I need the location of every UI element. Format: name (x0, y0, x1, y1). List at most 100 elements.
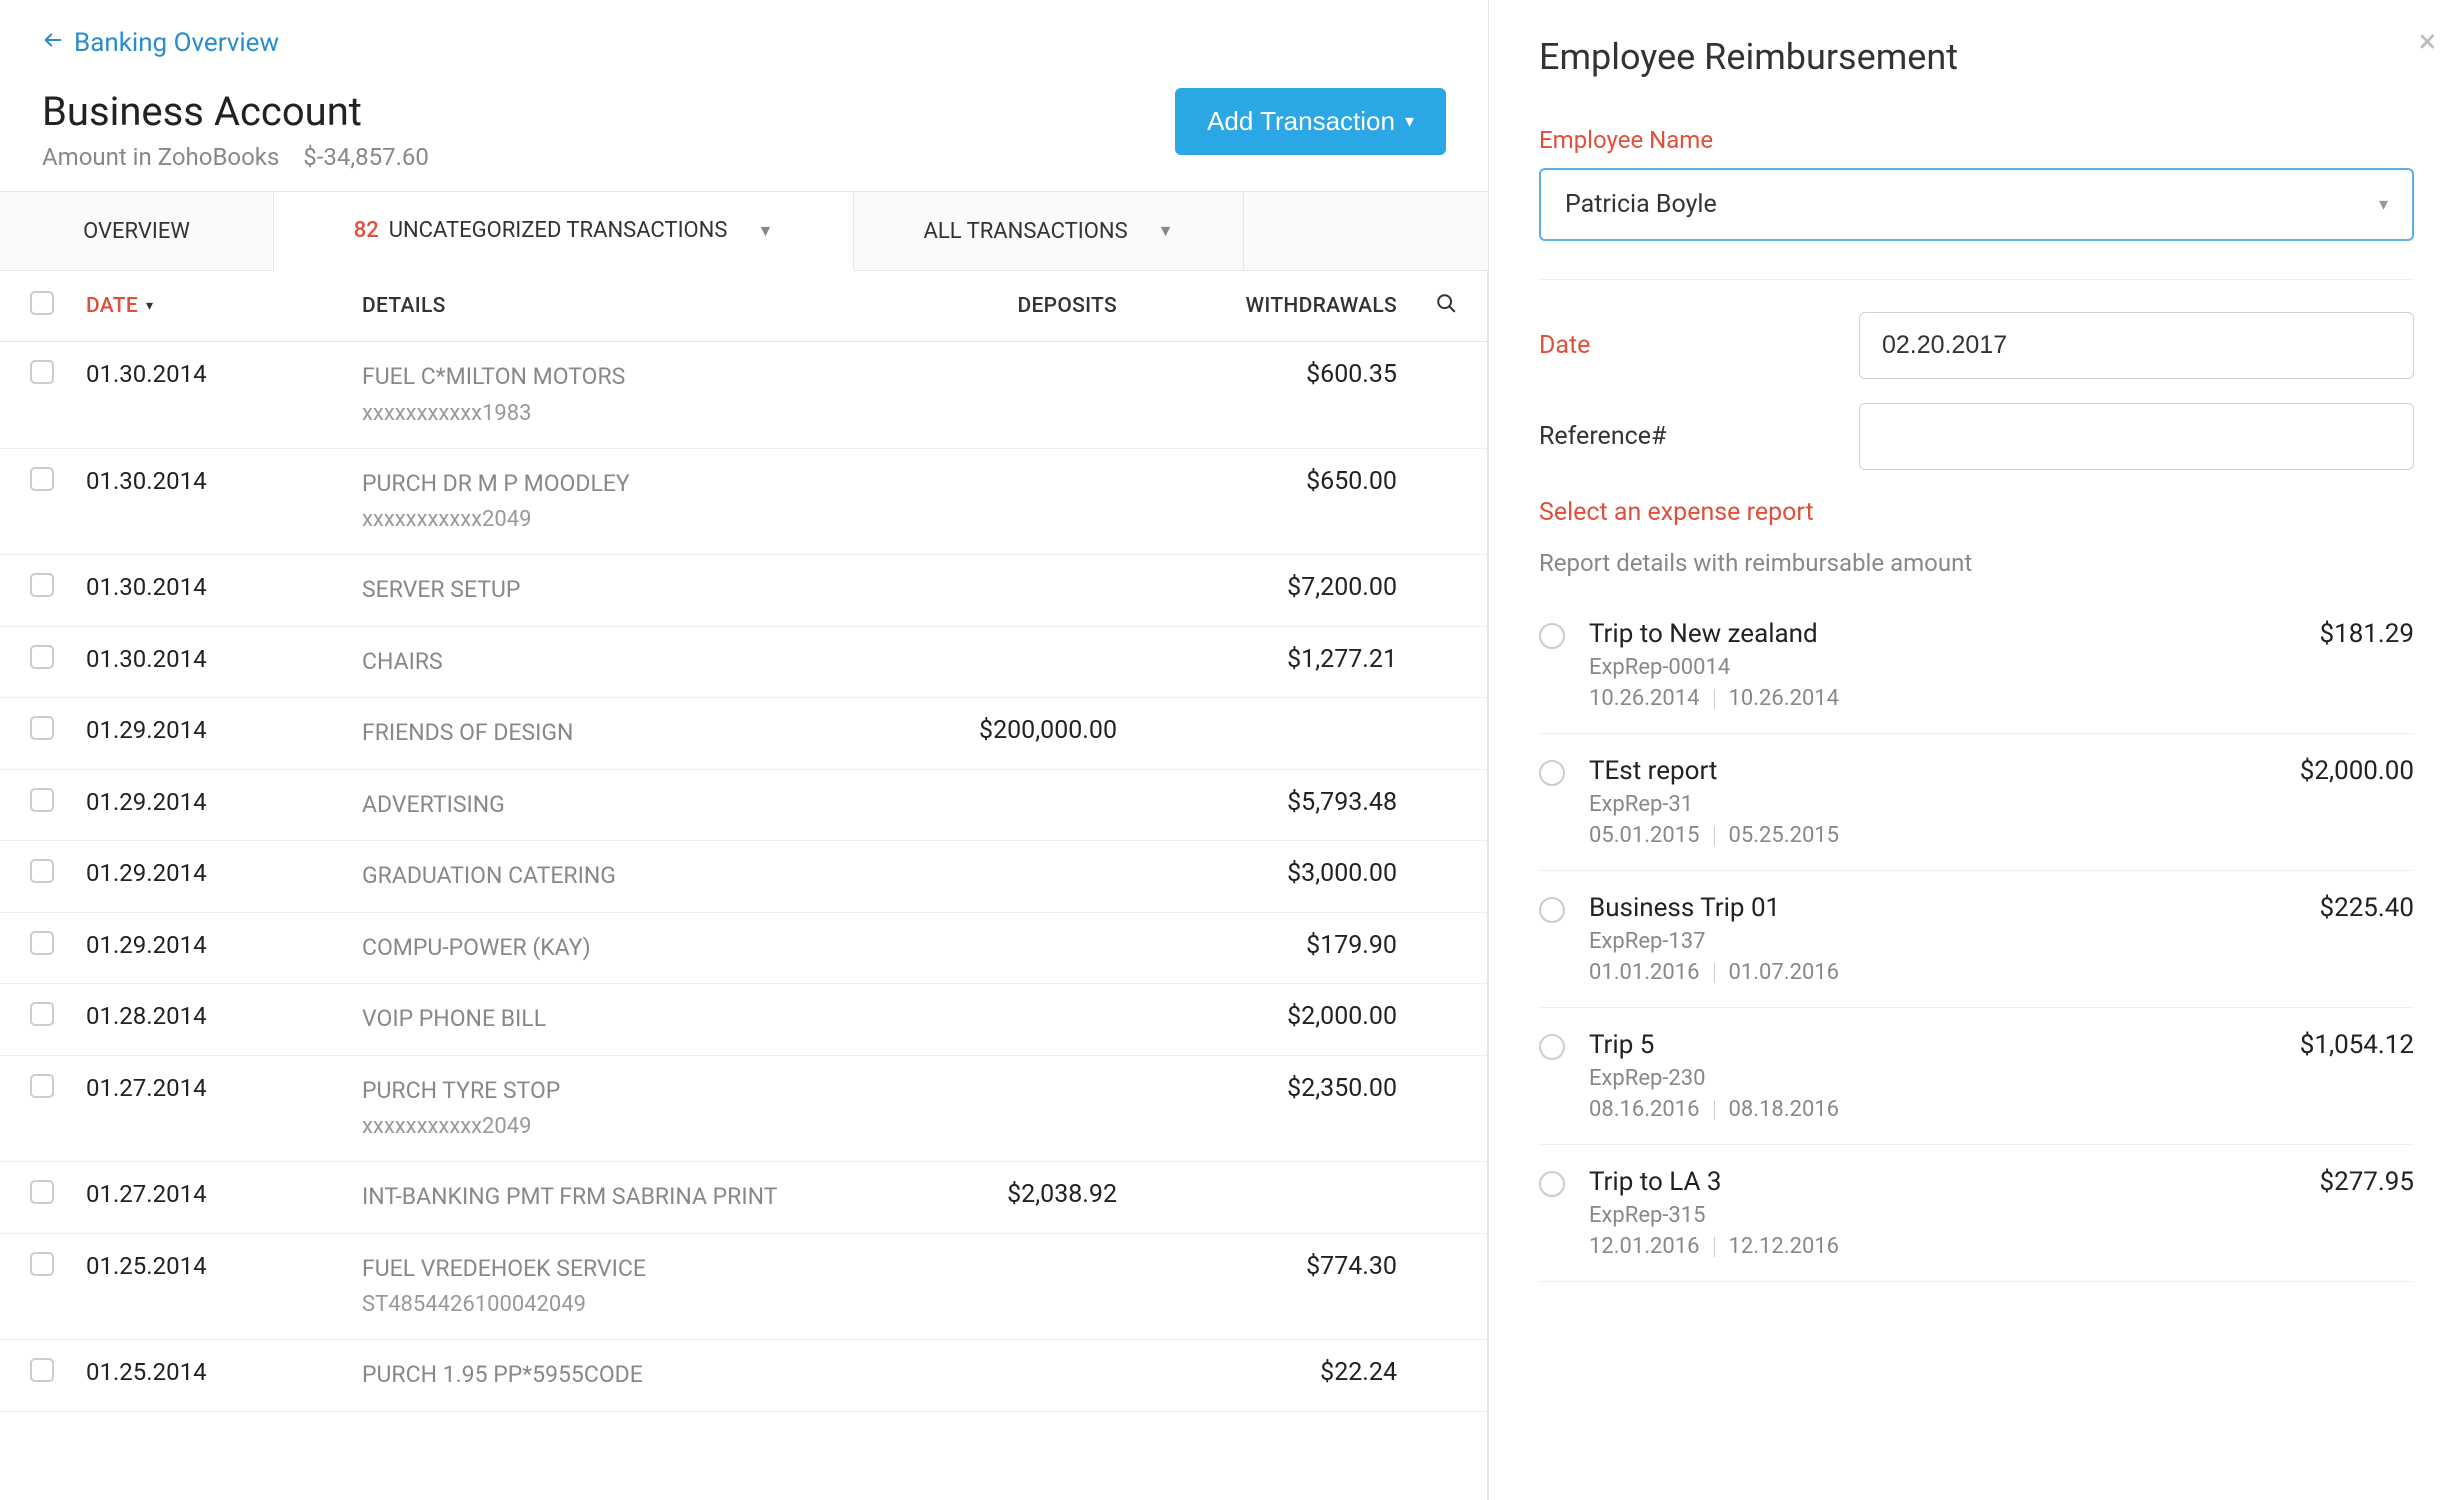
row-details: SERVER SETUP (362, 573, 837, 608)
row-checkbox[interactable] (30, 1180, 54, 1204)
row-date: 01.29.2014 (86, 931, 362, 959)
tabs: OVERVIEW 82 UNCATEGORIZED TRANSACTIONS ▼… (0, 191, 1488, 271)
back-link-label: Banking Overview (74, 28, 279, 58)
col-header-deposits[interactable]: DEPOSITS (837, 294, 1117, 318)
table-row[interactable]: 01.29.2014 FRIENDS OF DESIGN $200,000.00 (0, 698, 1487, 770)
row-checkbox[interactable] (30, 573, 54, 597)
row-withdrawal: $5,793.48 (1117, 788, 1397, 817)
chevron-down-icon[interactable]: ▼ (1158, 221, 1174, 241)
row-withdrawal: $7,200.00 (1117, 573, 1397, 602)
select-all-checkbox[interactable] (30, 291, 54, 315)
table-row[interactable]: 01.25.2014 PURCH 1.95 PP*5955CODE $22.24 (0, 1340, 1487, 1412)
employee-name-select[interactable]: Patricia Boyle ▾ (1539, 168, 2414, 241)
row-withdrawal: $179.90 (1117, 931, 1397, 960)
col-header-date[interactable]: DATE ▾ (86, 294, 362, 318)
panel-title: Employee Reimbursement (1539, 36, 2414, 78)
chevron-down-icon[interactable]: ▼ (757, 221, 773, 241)
row-withdrawal: $3,000.00 (1117, 859, 1397, 888)
caret-down-icon: ▾ (1405, 111, 1414, 132)
row-checkbox[interactable] (30, 645, 54, 669)
row-details: PURCH TYRE STOP xxxxxxxxxxx2049 (362, 1074, 837, 1144)
row-checkbox[interactable] (30, 1358, 54, 1382)
table-row[interactable]: 01.29.2014 ADVERTISING $5,793.48 (0, 770, 1487, 842)
report-title: TEst report (1589, 756, 1717, 786)
row-checkbox[interactable] (30, 859, 54, 883)
row-checkbox[interactable] (30, 1252, 54, 1276)
row-withdrawal: $600.35 (1117, 360, 1397, 389)
row-checkbox[interactable] (30, 360, 54, 384)
row-checkbox[interactable] (30, 1002, 54, 1026)
row-withdrawal: $650.00 (1117, 467, 1397, 496)
reference-input[interactable] (1859, 403, 2414, 470)
report-code: ExpRep-230 (1589, 1066, 2414, 1091)
row-checkbox[interactable] (30, 788, 54, 812)
table-row[interactable]: 01.27.2014 PURCH TYRE STOP xxxxxxxxxxx20… (0, 1056, 1487, 1163)
expense-report-item[interactable]: TEst report $2,000.00 ExpRep-31 05.01.20… (1539, 734, 2414, 871)
back-link[interactable]: Banking Overview (0, 0, 1488, 78)
report-radio[interactable] (1539, 1034, 1565, 1060)
row-date: 01.30.2014 (86, 645, 362, 673)
add-transaction-button[interactable]: Add Transaction ▾ (1175, 88, 1446, 155)
report-title: Trip 5 (1589, 1030, 1654, 1060)
reference-label: Reference# (1539, 422, 1859, 451)
row-date: 01.30.2014 (86, 573, 362, 601)
row-date: 01.28.2014 (86, 1002, 362, 1030)
row-withdrawal: $2,350.00 (1117, 1074, 1397, 1103)
row-withdrawal: $2,000.00 (1117, 1002, 1397, 1031)
row-details: FRIENDS OF DESIGN (362, 716, 837, 751)
row-details: FUEL VREDEHOEK SERVICE ST485442610004204… (362, 1252, 837, 1322)
tab-overview[interactable]: OVERVIEW (0, 192, 274, 270)
report-radio[interactable] (1539, 623, 1565, 649)
row-checkbox[interactable] (30, 716, 54, 740)
row-checkbox[interactable] (30, 931, 54, 955)
report-dates: 01.01.201601.07.2016 (1589, 960, 2414, 985)
select-report-label: Select an expense report (1539, 498, 2414, 527)
table-row[interactable]: 01.30.2014 FUEL C*MILTON MOTORS xxxxxxxx… (0, 342, 1487, 449)
row-date: 01.29.2014 (86, 859, 362, 887)
row-withdrawal: $22.24 (1117, 1358, 1397, 1387)
expense-report-item[interactable]: Trip to New zealand $181.29 ExpRep-00014… (1539, 597, 2414, 734)
row-date: 01.30.2014 (86, 467, 362, 495)
expense-report-item[interactable]: Trip 5 $1,054.12 ExpRep-230 08.16.201608… (1539, 1008, 2414, 1145)
date-input[interactable] (1859, 312, 2414, 379)
search-icon[interactable] (1397, 292, 1457, 320)
table-row[interactable]: 01.29.2014 GRADUATION CATERING $3,000.00 (0, 841, 1487, 913)
row-date: 01.25.2014 (86, 1358, 362, 1386)
expense-report-item[interactable]: Trip to LA 3 $277.95 ExpRep-315 12.01.20… (1539, 1145, 2414, 1282)
row-details: ADVERTISING (362, 788, 837, 823)
table-row[interactable]: 01.27.2014 INT-BANKING PMT FRM SABRINA P… (0, 1162, 1487, 1234)
close-icon[interactable]: × (2419, 22, 2436, 60)
table-row[interactable]: 01.30.2014 SERVER SETUP $7,200.00 (0, 555, 1487, 627)
row-details: PURCH DR M P MOODLEY xxxxxxxxxxx2049 (362, 467, 837, 537)
report-dates: 12.01.201612.12.2016 (1589, 1234, 2414, 1259)
employee-name-label: Employee Name (1539, 126, 2414, 154)
table-row[interactable]: 01.30.2014 CHAIRS $1,277.21 (0, 627, 1487, 699)
report-dates: 08.16.201608.18.2016 (1589, 1097, 2414, 1122)
row-details: COMPU-POWER (KAY) (362, 931, 837, 966)
report-dates: 10.26.201410.26.2014 (1589, 686, 2414, 711)
sort-caret-icon: ▾ (146, 298, 153, 314)
col-header-withdrawals[interactable]: WITHDRAWALS (1117, 294, 1397, 318)
report-amount: $1,054.12 (2300, 1030, 2414, 1060)
row-checkbox[interactable] (30, 1074, 54, 1098)
report-radio[interactable] (1539, 1171, 1565, 1197)
report-title: Business Trip 01 (1589, 893, 1780, 923)
table-row[interactable]: 01.30.2014 PURCH DR M P MOODLEY xxxxxxxx… (0, 449, 1487, 556)
report-radio[interactable] (1539, 760, 1565, 786)
report-radio[interactable] (1539, 897, 1565, 923)
tab-uncategorized[interactable]: 82 UNCATEGORIZED TRANSACTIONS ▼ (274, 192, 854, 271)
tab-all-transactions[interactable]: ALL TRANSACTIONS ▼ (854, 192, 1244, 270)
row-details: FUEL C*MILTON MOTORS xxxxxxxxxxx1983 (362, 360, 837, 430)
expense-report-item[interactable]: Business Trip 01 $225.40 ExpRep-137 01.0… (1539, 871, 2414, 1008)
row-details: PURCH 1.95 PP*5955CODE (362, 1358, 837, 1393)
col-header-details[interactable]: DETAILS (362, 294, 837, 318)
table-row[interactable]: 01.29.2014 COMPU-POWER (KAY) $179.90 (0, 913, 1487, 985)
row-checkbox[interactable] (30, 467, 54, 491)
report-code: ExpRep-137 (1589, 929, 2414, 954)
report-code: ExpRep-31 (1589, 792, 2414, 817)
table-row[interactable]: 01.28.2014 VOIP PHONE BILL $2,000.00 (0, 984, 1487, 1056)
table-row[interactable]: 01.25.2014 FUEL VREDEHOEK SERVICE ST4854… (0, 1234, 1487, 1341)
row-deposit: $200,000.00 (837, 716, 1117, 745)
row-withdrawal: $1,277.21 (1117, 645, 1397, 674)
row-details: VOIP PHONE BILL (362, 1002, 837, 1037)
